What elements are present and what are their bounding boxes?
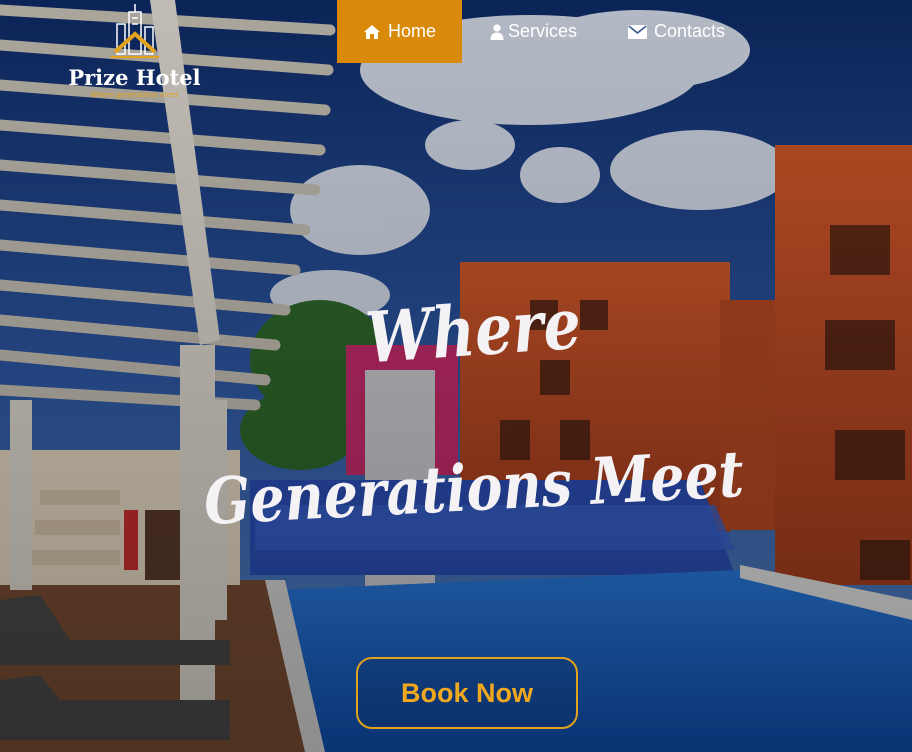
nav-home-label: Home [387, 21, 436, 41]
nav-home-link[interactable]: Home [337, 0, 462, 63]
hero-headline-line1: Where [363, 282, 583, 380]
main-navigation: Home Services Contacts [337, 0, 725, 63]
brand-name: Prize Hotel [68, 65, 201, 90]
nav-services-label: Services [508, 21, 578, 41]
user-icon [490, 23, 504, 40]
nav-services-link[interactable]: Services [462, 0, 600, 63]
nav-contacts-link[interactable]: Contacts [600, 0, 725, 63]
hero-headline-line2: Generations Meet [202, 437, 745, 540]
envelope-icon [628, 24, 647, 39]
hotel-logo[interactable]: Prize Hotel Where generations meet [62, 2, 207, 99]
nav-contacts-label: Contacts [654, 21, 726, 41]
home-icon [363, 24, 381, 40]
hero-headline: Where Generations Meet [202, 282, 745, 540]
brand-tagline: Where generations meet [90, 91, 179, 99]
book-now-button[interactable]: Book Now [356, 657, 578, 729]
hotel-building-logo-icon [110, 4, 159, 58]
